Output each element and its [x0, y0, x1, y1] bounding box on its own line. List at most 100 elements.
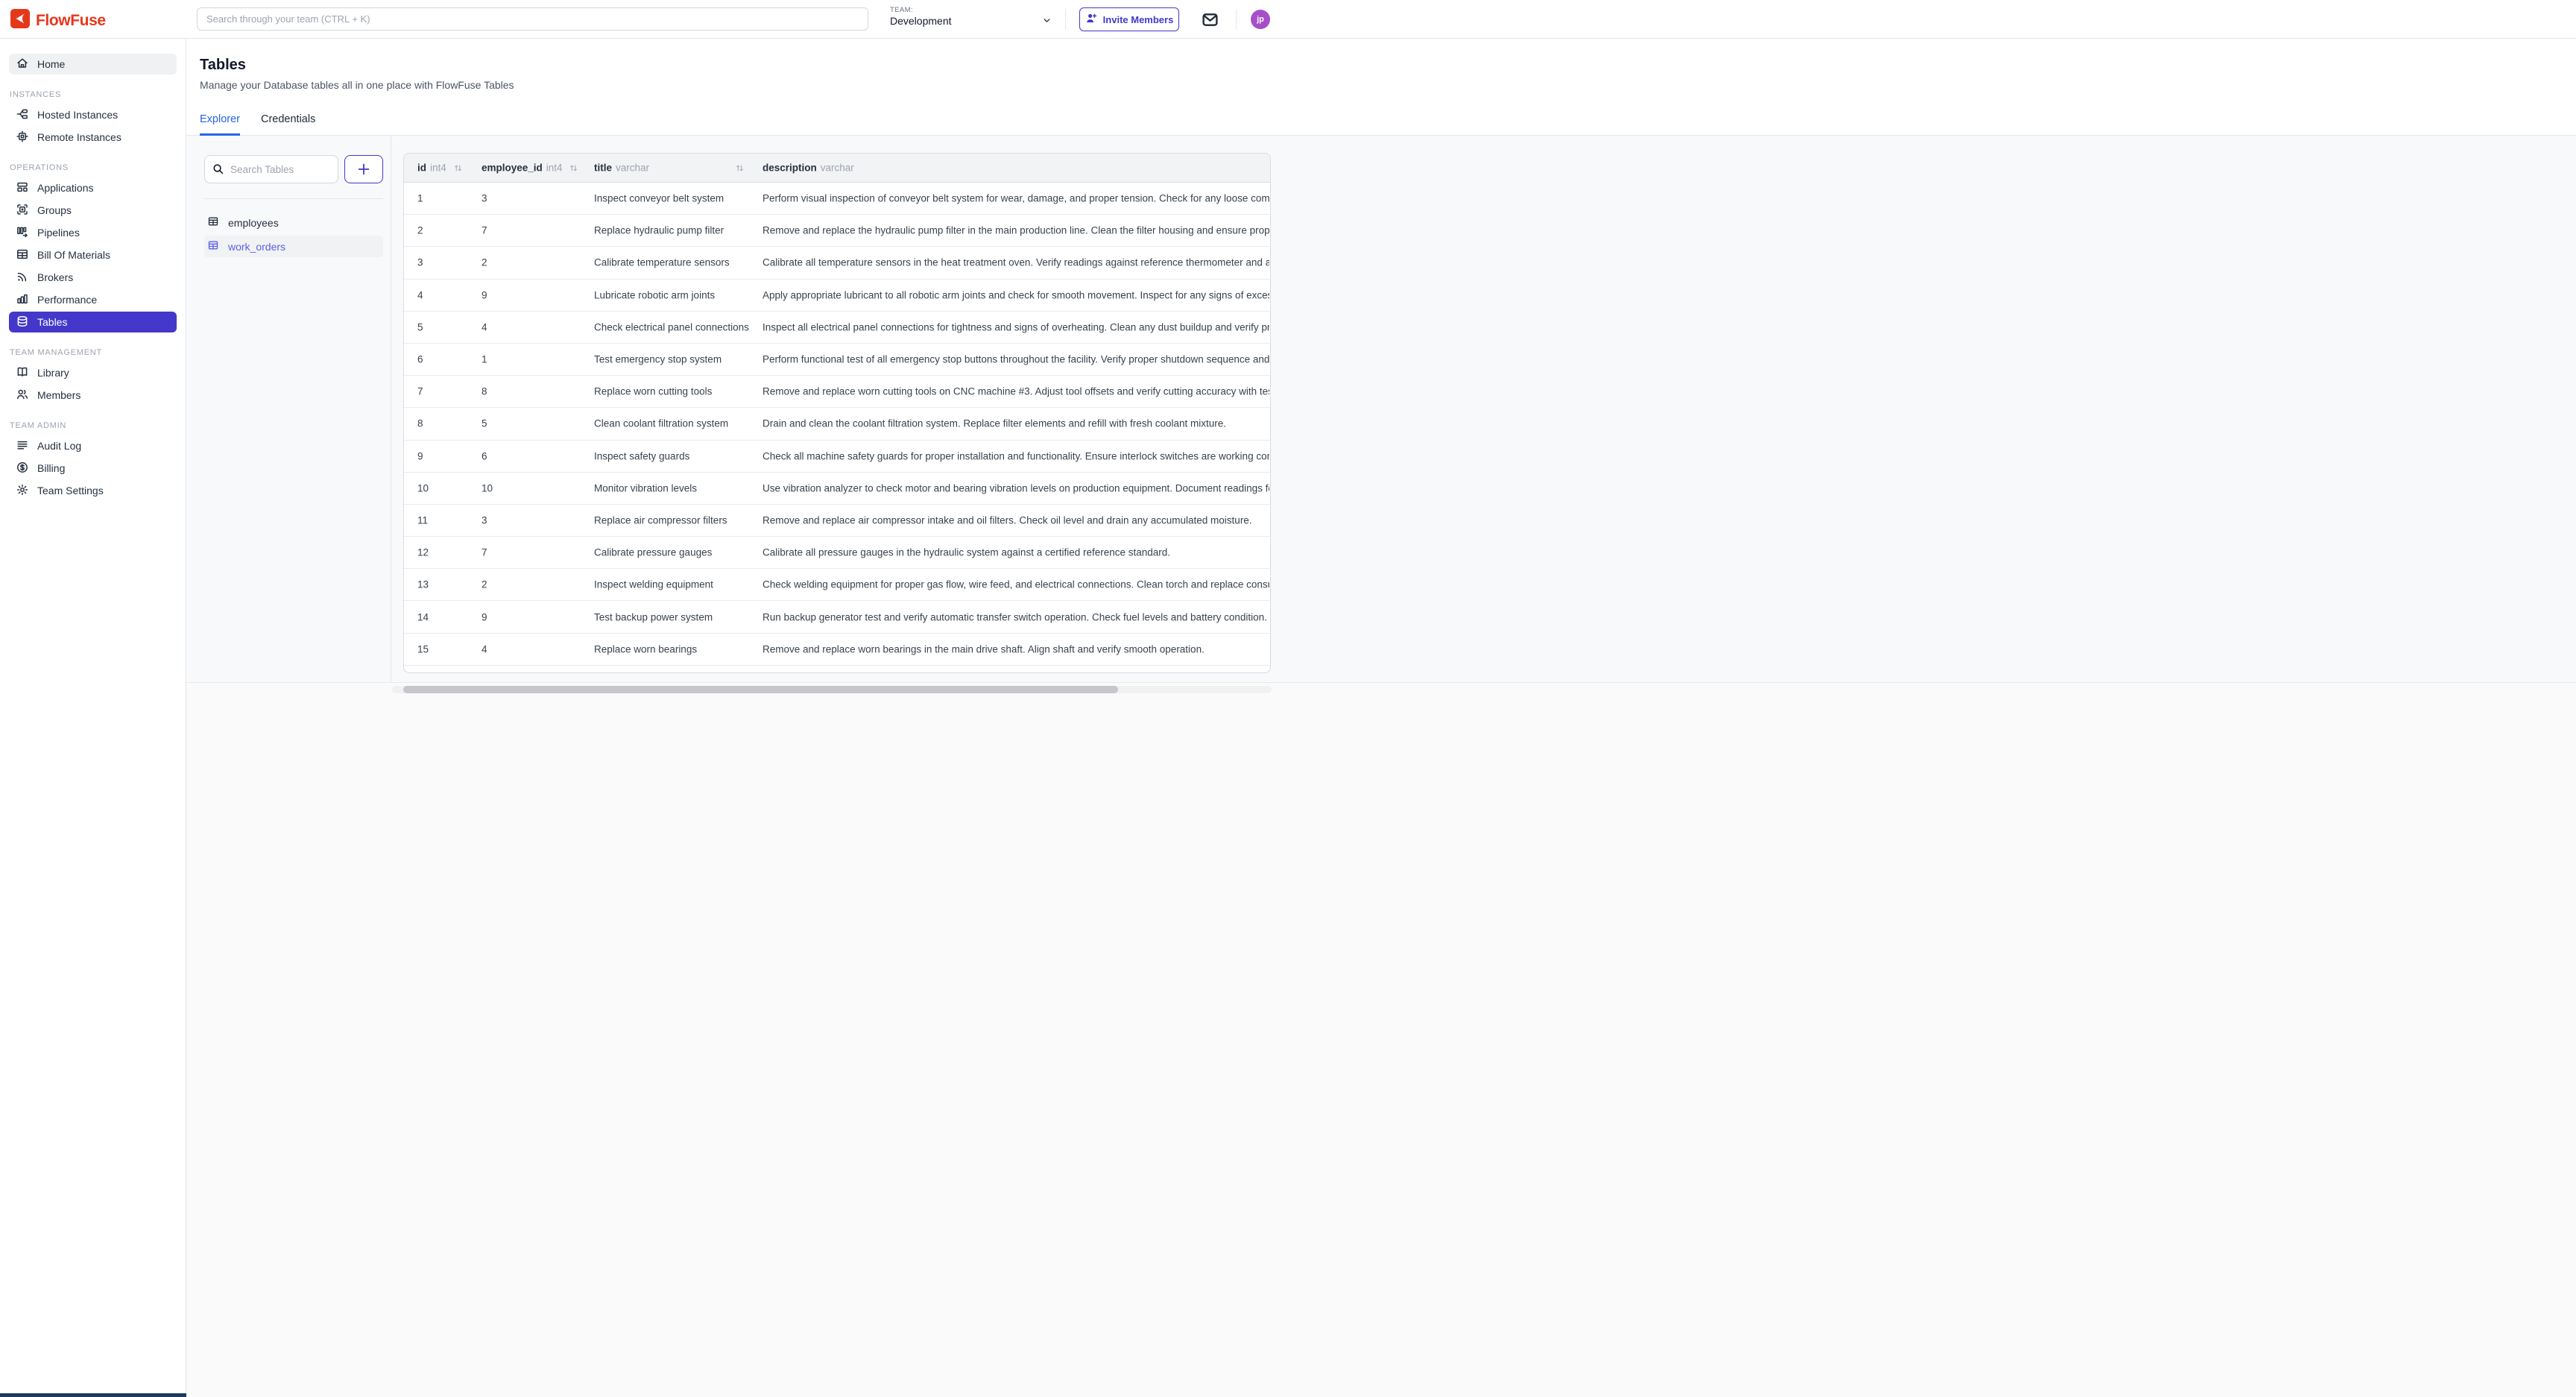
invite-members-button[interactable]: Invite Members — [1079, 7, 1179, 31]
cell-employee_id: 10 — [482, 482, 493, 493]
cell-title: Replace worn bearings — [594, 643, 697, 655]
table-list-item-work_orders[interactable]: work_orders — [204, 236, 383, 257]
sidebar-item-remote-instances[interactable]: Remote Instances — [9, 127, 177, 148]
tab-credentials[interactable]: Credentials — [261, 113, 315, 136]
horizontal-scrollbar-thumb[interactable] — [403, 686, 1118, 693]
cell-description: Inspect all electrical panel connections… — [763, 321, 1269, 332]
data-table-body: 13Inspect conveyor belt systemPerform vi… — [404, 183, 1270, 666]
cell-id: 1 — [417, 193, 423, 204]
team-selector[interactable]: TEAM: Development — [890, 6, 952, 28]
sort-icon[interactable] — [569, 163, 578, 177]
cell-id: 4 — [417, 289, 423, 300]
sidebar-item-label: Tables — [37, 316, 67, 328]
data-table-header: idint4 employee_idint4 titlevarchar desc… — [404, 154, 1270, 183]
table-row[interactable]: 149Test backup power systemRun backup ge… — [404, 601, 1270, 633]
cell-description: Remove and replace the hydraulic pump fi… — [763, 225, 1269, 236]
column-header-description[interactable]: descriptionvarchar — [763, 163, 854, 174]
column-header-title[interactable]: titlevarchar — [594, 163, 649, 174]
avatar[interactable]: jp — [1251, 10, 1270, 29]
cell-id: 10 — [417, 482, 429, 493]
top-header: FlowFuse TEAM: Development Invite Member… — [0, 0, 2576, 39]
remote-instances-icon — [16, 130, 29, 145]
sidebar-item-performance[interactable]: Performance — [9, 289, 177, 310]
sidebar-item-audit-log[interactable]: Audit Log — [9, 435, 177, 456]
table-row[interactable]: 113Replace air compressor filtersRemove … — [404, 505, 1270, 537]
cell-description: Use vibration analyzer to check motor an… — [763, 482, 1269, 493]
cell-employee_id: 2 — [482, 257, 487, 268]
sidebar-item-hosted-instances[interactable]: Hosted Instances — [9, 104, 177, 125]
chevron-down-icon[interactable] — [1042, 16, 1052, 29]
table-row[interactable]: 27Replace hydraulic pump filterRemove an… — [404, 215, 1270, 247]
sidebar-section-label: TEAM MANAGEMENT — [10, 348, 186, 357]
sidebar-item-home[interactable]: Home — [9, 54, 177, 75]
cell-employee_id: 1 — [482, 354, 487, 365]
table-row[interactable]: 154Replace worn bearingsRemove and repla… — [404, 634, 1270, 666]
invite-members-label: Invite Members — [1103, 14, 1174, 25]
cell-employee_id: 3 — [482, 514, 487, 526]
table-row[interactable]: 96Inspect safety guardsCheck all machine… — [404, 441, 1270, 473]
team-search-input[interactable] — [197, 7, 868, 31]
table-row[interactable]: 85Clean coolant filtration systemDrain a… — [404, 408, 1270, 440]
mail-icon[interactable] — [1200, 10, 1219, 30]
sidebar-item-groups[interactable]: Groups — [9, 200, 177, 221]
column-header-id[interactable]: idint4 — [417, 163, 446, 174]
user-plus-icon — [1085, 12, 1098, 27]
search-tables-input[interactable] — [204, 155, 338, 183]
sort-icon[interactable] — [735, 163, 745, 177]
sidebar-item-bill-of-materials[interactable]: Bill Of Materials — [9, 245, 177, 265]
table-list-item-employees[interactable]: employees — [204, 212, 383, 233]
table-row[interactable]: 54Check electrical panel connectionsInsp… — [404, 312, 1270, 344]
hosted-instances-icon — [16, 107, 29, 123]
cell-employee_id: 9 — [482, 289, 487, 300]
sidebar-item-team-settings[interactable]: Team Settings — [9, 480, 177, 501]
cell-title: Test backup power system — [594, 611, 713, 622]
cell-description: Calibrate all temperature sensors in the… — [763, 257, 1269, 268]
sidebar-item-members[interactable]: Members — [9, 385, 177, 406]
table-icon — [207, 215, 219, 230]
main-area: Tables Manage your Database tables all i… — [186, 39, 2576, 1397]
cell-description: Perform functional test of all emergency… — [763, 354, 1269, 365]
cell-title: Monitor vibration levels — [594, 482, 697, 493]
cell-description: Remove and replace worn cutting tools on… — [763, 386, 1269, 397]
sidebar-item-applications[interactable]: Applications — [9, 177, 177, 198]
sidebar-item-label: Applications — [37, 182, 94, 194]
table-row[interactable]: 127Calibrate pressure gaugesCalibrate al… — [404, 537, 1270, 569]
tab-explorer[interactable]: Explorer — [200, 113, 240, 136]
table-name: employees — [228, 217, 279, 229]
sidebar-item-label: Library — [37, 367, 69, 379]
cell-title: Inspect conveyor belt system — [594, 193, 724, 204]
table-row[interactable]: 132Inspect welding equipmentCheck weldin… — [404, 569, 1270, 601]
bill-of-materials-icon — [16, 247, 29, 263]
table-row[interactable]: 78Replace worn cutting toolsRemove and r… — [404, 376, 1270, 408]
header-divider — [1236, 9, 1237, 30]
flowfuse-logo[interactable]: FlowFuse — [10, 9, 106, 32]
billing-icon — [16, 461, 29, 476]
sidebar-item-pipelines[interactable]: Pipelines — [9, 222, 177, 243]
column-header-employee-id[interactable]: employee_idint4 — [482, 163, 563, 174]
table-list: employees work_orders — [204, 212, 383, 257]
table-row[interactable]: 61Test emergency stop systemPerform func… — [404, 344, 1270, 376]
sidebar-item-library[interactable]: Library — [9, 362, 177, 383]
search-icon — [212, 163, 224, 175]
sidebar-item-billing[interactable]: Billing — [9, 458, 177, 479]
table-row[interactable]: 10 10 Monitor vibration levels Use vibratio… — [404, 473, 1270, 505]
sidebar-bottom-bar — [0, 1393, 186, 1397]
sidebar-item-label: Billing — [37, 462, 65, 474]
table-name: work_orders — [228, 241, 285, 253]
cell-title: Clean coolant filtration system — [594, 418, 728, 429]
cell-title: Replace air compressor filters — [594, 514, 727, 526]
sidebar-item-label: Hosted Instances — [37, 109, 118, 121]
add-table-button[interactable] — [344, 155, 383, 183]
team-label: TEAM: — [890, 6, 952, 15]
sidebar-item-tables[interactable]: Tables — [9, 312, 177, 332]
sort-icon[interactable] — [453, 163, 463, 177]
cell-description: Calibrate all pressure gauges in the hyd… — [763, 547, 1269, 558]
table-row[interactable]: 49Lubricate robotic arm jointsApply appr… — [404, 280, 1270, 312]
sidebar-item-brokers[interactable]: Brokers — [9, 267, 177, 288]
table-row[interactable]: 32Calibrate temperature sensorsCalibrate… — [404, 247, 1270, 279]
tables-panel: employees work_orders — [204, 155, 383, 257]
table-row[interactable]: 13Inspect conveyor belt systemPerform vi… — [404, 183, 1270, 215]
brokers-icon — [16, 270, 29, 286]
header-divider — [1065, 9, 1066, 30]
sidebar-section-label: OPERATIONS — [10, 163, 186, 172]
